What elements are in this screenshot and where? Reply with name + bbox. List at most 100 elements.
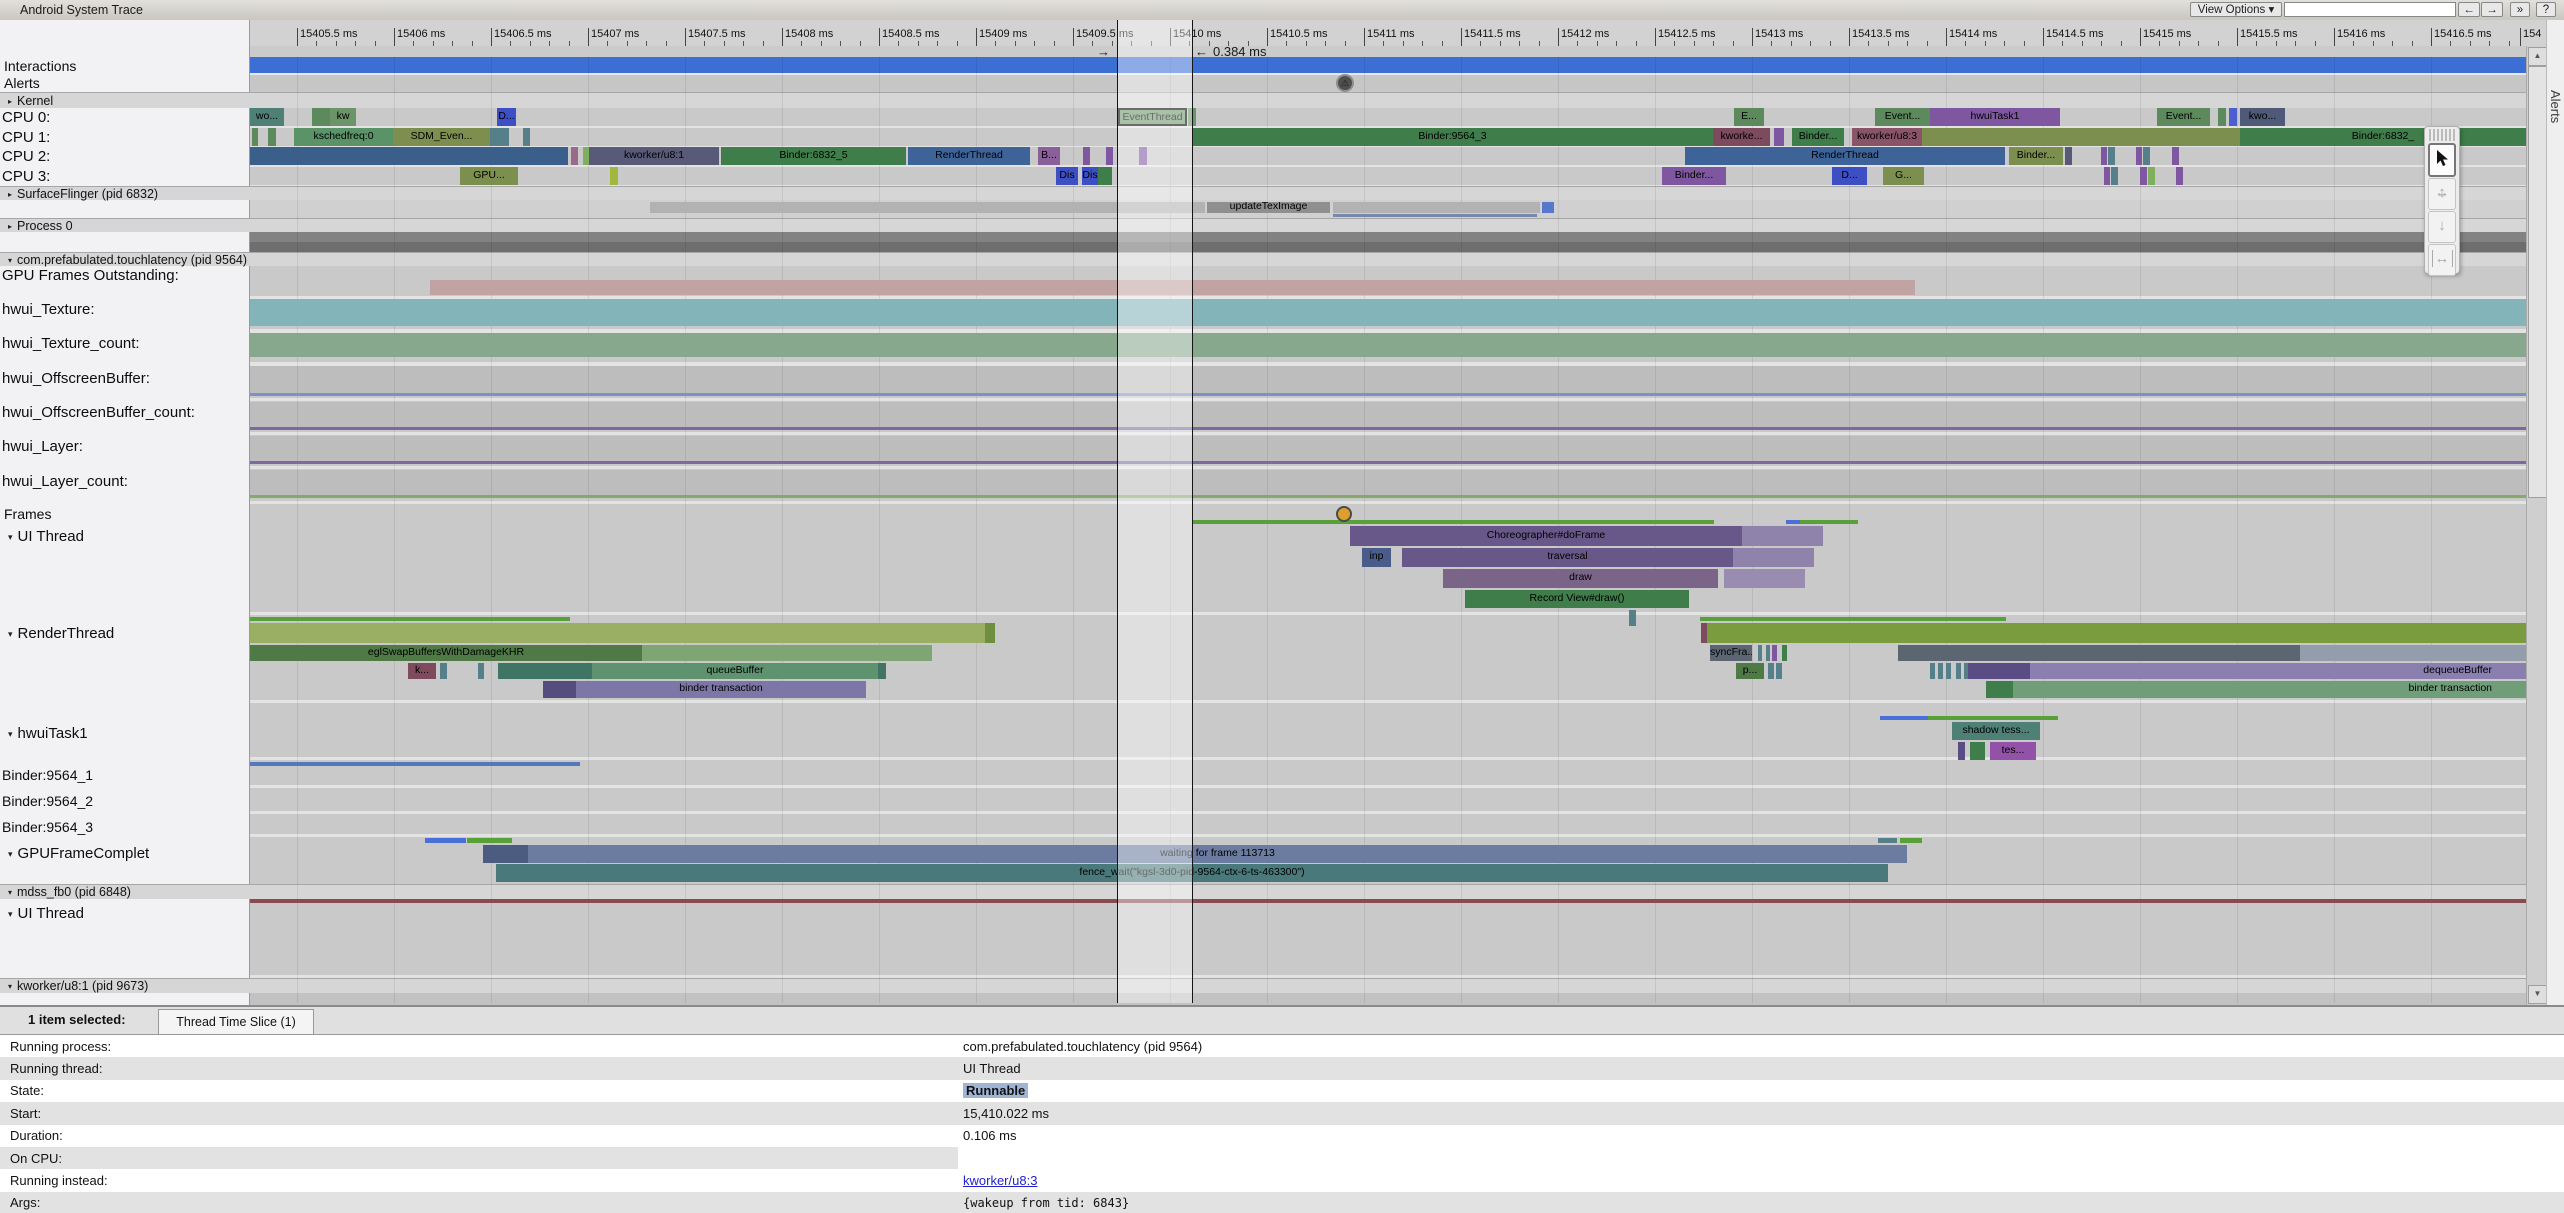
trace-slice[interactable]	[2065, 147, 2072, 165]
trace-slice[interactable]: kworker/u8:3	[1852, 128, 1922, 146]
trace-slice[interactable]	[1928, 716, 2058, 720]
trace-slice[interactable]	[2143, 147, 2150, 165]
trace-slice[interactable]	[1900, 838, 1922, 843]
view-options-button[interactable]: View Options ▾	[2190, 2, 2282, 17]
trace-slice[interactable]: Binder:9564_3	[1192, 128, 1713, 146]
alert-marker[interactable]: ⚠	[1336, 74, 1354, 92]
trace-slice[interactable]: SDM_Even...	[393, 128, 490, 146]
sidebar-item-ui-thread[interactable]: ▾UI Thread	[8, 528, 84, 545]
trace-slice[interactable]	[2176, 167, 2183, 185]
trace-slice[interactable]	[1700, 617, 2006, 621]
trace-slice[interactable]: Binder:6832_5	[721, 147, 906, 165]
trace-slice[interactable]: G...	[1883, 167, 1924, 185]
trace-slice[interactable]: hwuiTask1	[1930, 108, 2060, 126]
trace-slice[interactable]	[1782, 645, 1787, 661]
trace-slice[interactable]	[1758, 645, 1762, 661]
trace-slice[interactable]	[543, 681, 576, 698]
trace-slice[interactable]: E...	[1734, 108, 1764, 126]
expander-icon[interactable]: ▾	[8, 254, 12, 268]
trace-slice[interactable]	[1733, 548, 1814, 567]
trace-slice[interactable]	[2111, 167, 2118, 185]
trace-slice[interactable]: D...	[1832, 167, 1867, 185]
trace-slice[interactable]	[642, 645, 932, 661]
trace-slice[interactable]	[1956, 663, 1961, 679]
timing-tool-button[interactable]: ↔	[2428, 244, 2456, 276]
trace-slice[interactable]: GPU...	[460, 167, 518, 185]
sidebar-item-hwuitask1[interactable]: ▾hwuiTask1	[8, 725, 88, 742]
trace-slice[interactable]: Event...	[1875, 108, 1930, 126]
trace-slice[interactable]	[252, 128, 258, 146]
trace-slice[interactable]	[1878, 838, 1897, 843]
trace-slice[interactable]: Dis	[1082, 167, 1098, 185]
trace-slice[interactable]	[2104, 167, 2110, 185]
trace-slice[interactable]	[1958, 742, 1965, 760]
help-button[interactable]: ?	[2536, 2, 2556, 17]
expander-icon[interactable]: ▾	[8, 885, 12, 900]
pan-tool-button[interactable]: ↔↕	[2428, 178, 2456, 210]
trace-slice[interactable]	[1768, 663, 1774, 679]
trace-slice[interactable]	[250, 899, 2526, 903]
trace-slice[interactable]	[1776, 663, 1782, 679]
trace-slice[interactable]	[610, 167, 618, 185]
trace-slice[interactable]	[1766, 645, 1770, 661]
process-header-com-prefabulated-touchlatency-pid-9564-[interactable]: ▾com.prefabulated.touchlatency (pid 9564…	[0, 252, 2564, 266]
trace-slice[interactable]	[2101, 147, 2107, 165]
expander-icon[interactable]: ▸	[8, 94, 12, 110]
trace-slice[interactable]: queueBuffer	[592, 663, 878, 679]
process-header-process-0[interactable]: ▸Process 0	[0, 218, 2564, 232]
trace-slice[interactable]	[1800, 520, 1858, 524]
trace-slice[interactable]	[571, 147, 578, 165]
trace-slice[interactable]: kwo...	[2240, 108, 2285, 126]
scroll-down-button[interactable]: ▼	[2528, 985, 2547, 1004]
trace-slice[interactable]: p...	[1736, 663, 1764, 679]
trace-slice[interactable]	[1968, 663, 2030, 679]
trace-slice[interactable]	[523, 128, 530, 146]
expander-icon[interactable]: ▾	[8, 729, 13, 740]
trace-slice[interactable]	[250, 427, 2526, 430]
trace-slice[interactable]	[1774, 128, 1784, 146]
expander-icon[interactable]: ▾	[8, 979, 12, 994]
trace-slice[interactable]: Dis	[1056, 167, 1078, 185]
frame-marker[interactable]	[1336, 506, 1352, 522]
trace-slice[interactable]	[440, 663, 447, 679]
scroll-up-button[interactable]: ▲	[2528, 47, 2547, 66]
trace-slice[interactable]	[1083, 147, 1090, 165]
trace-slice[interactable]	[425, 838, 466, 843]
search-input[interactable]	[2284, 2, 2456, 17]
trace-slice[interactable]	[250, 333, 2526, 357]
trace-slice[interactable]	[2108, 147, 2115, 165]
back-button[interactable]: ←	[2458, 2, 2480, 17]
trace-slice[interactable]	[1898, 645, 2300, 661]
trace-slice[interactable]	[1786, 520, 1800, 524]
trace-slice[interactable]: RenderThread	[1685, 147, 2005, 165]
trace-slice[interactable]	[1938, 663, 1943, 679]
trace-slice[interactable]: updateTexImage	[1207, 202, 1330, 213]
trace-slice[interactable]: Binder...	[1662, 167, 1726, 185]
process-header-kworker-u8-1-pid-9673-[interactable]: ▾kworker/u8:1 (pid 9673)	[0, 978, 2564, 993]
trace-slice[interactable]	[1724, 569, 1805, 588]
trace-slice[interactable]	[498, 663, 592, 679]
trace-slice[interactable]: draw	[1443, 569, 1718, 588]
trace-slice[interactable]	[250, 299, 2526, 326]
expander-icon[interactable]: ▸	[8, 188, 12, 202]
trace-slice[interactable]: waiting for frame 113713	[528, 845, 1907, 863]
process-header-surfaceflinger-pid-6832-[interactable]: ▸SurfaceFlinger (pid 6832)	[0, 186, 2564, 200]
process-header-mdss-fb0-pid-6848-[interactable]: ▾mdss_fb0 (pid 6848)	[0, 884, 2564, 899]
expander-icon[interactable]: ▾	[8, 532, 13, 543]
trace-slice[interactable]: Record View#draw()	[1465, 590, 1689, 608]
trace-slice[interactable]: inp	[1362, 548, 1391, 567]
trace-slice[interactable]: dequeueBuffer	[2030, 663, 2526, 679]
trace-slice[interactable]: Event...	[2157, 108, 2210, 126]
expander-icon[interactable]: ▾	[8, 629, 13, 640]
timeline-stage[interactable]: InteractionsAlertsCPU 0:CPU 1:CPU 2:CPU …	[0, 20, 2564, 1005]
trace-slice[interactable]: traversal	[1402, 548, 1733, 567]
trace-slice[interactable]: kworke...	[1713, 128, 1770, 146]
trace-slice[interactable]	[1106, 147, 1113, 165]
sidebar-item-renderthread[interactable]: ▾RenderThread	[8, 625, 114, 642]
measurement-line-right[interactable]	[1192, 20, 1193, 1003]
trace-slice[interactable]	[250, 762, 580, 766]
trace-slice[interactable]	[250, 495, 2526, 498]
trace-slice[interactable]: RenderThread	[908, 147, 1030, 165]
trace-slice[interactable]	[1930, 663, 1935, 679]
trace-slice[interactable]	[2300, 645, 2526, 661]
